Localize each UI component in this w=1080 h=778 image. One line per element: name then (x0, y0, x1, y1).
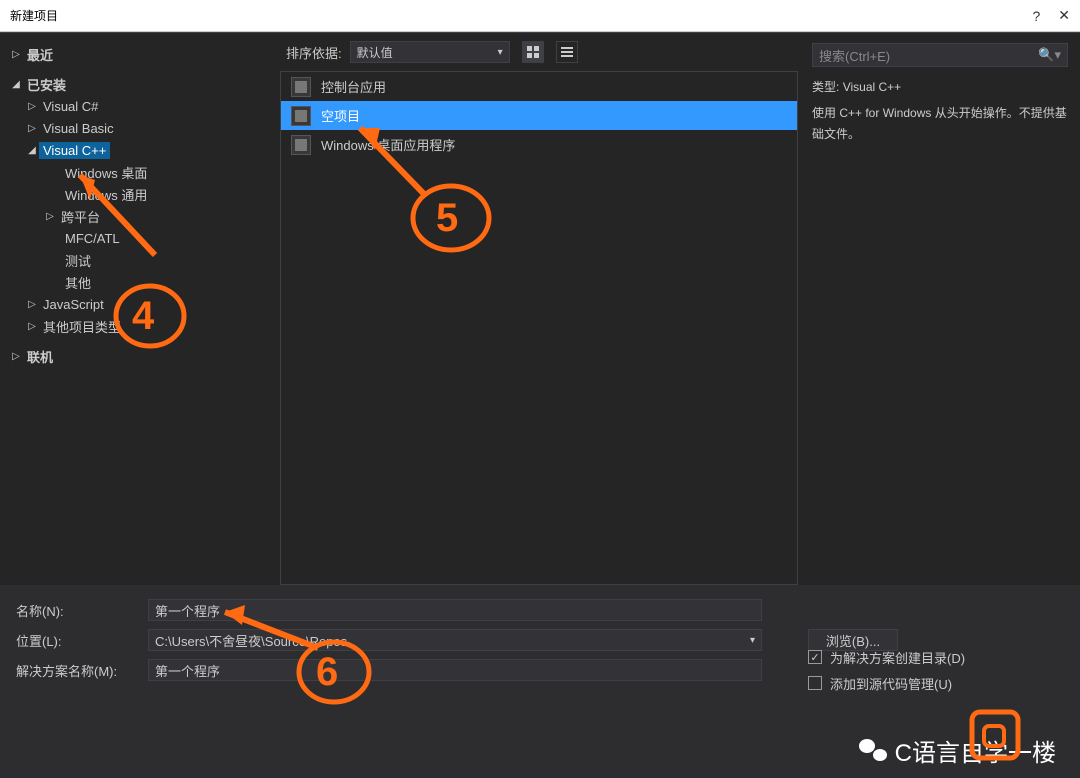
chevron-right-icon: ▷ (25, 123, 39, 134)
chevron-right-icon: ▷ (9, 351, 23, 362)
watermark: C语言自学一楼 (859, 733, 1056, 768)
checkbox-label: 添加到源代码管理(U) (830, 674, 952, 693)
sidebar-item-other-types[interactable]: ▷ 其他项目类型 (5, 315, 280, 337)
template-label: 空项目 (321, 106, 360, 125)
sidebar-item-label: 其他 (61, 272, 95, 293)
sidebar-online[interactable]: ▷ 联机 (5, 345, 280, 367)
sidebar-recent[interactable]: ▷ 最近 (5, 43, 280, 65)
template-label: Windows 桌面应用程序 (321, 135, 455, 154)
view-list-button[interactable] (556, 41, 578, 63)
main-area: ▷ 最近 ◢ 已安装 ▷ Visual C# ▷ Visual Basic ◢ … (0, 32, 1080, 585)
sidebar-item-windows-universal[interactable]: Windows 通用 (5, 183, 280, 205)
sidebar-item-label: 已安装 (23, 74, 70, 95)
sort-value: 默认值 (357, 44, 393, 61)
close-button[interactable]: ✕ (1058, 7, 1070, 24)
help-button[interactable]: ? (1032, 8, 1040, 24)
add-source-control-checkbox[interactable]: 添加到源代码管理(U) (808, 670, 965, 696)
sidebar-item-label: 其他项目类型 (39, 316, 125, 337)
sidebar-item-other[interactable]: 其他 (5, 271, 280, 293)
sidebar-item-label: Visual C++ (39, 142, 110, 159)
right-pane: 搜索(Ctrl+E) 🔍▾ 类型: Visual C++ 使用 C++ for … (800, 33, 1080, 585)
sidebar-item-label: Windows 桌面 (61, 162, 151, 183)
search-placeholder: 搜索(Ctrl+E) (819, 46, 890, 65)
sidebar-item-javascript[interactable]: ▷ JavaScript (5, 293, 280, 315)
sidebar: ▷ 最近 ◢ 已安装 ▷ Visual C# ▷ Visual Basic ◢ … (0, 33, 280, 585)
sidebar-item-label: Visual Basic (39, 120, 118, 137)
name-input[interactable]: 第一个程序 (148, 599, 762, 621)
sidebar-item-label: JavaScript (39, 296, 108, 313)
type-value: Visual C++ (843, 80, 901, 94)
sort-label: 排序依据: (286, 43, 342, 62)
create-dir-checkbox[interactable]: ✓ 为解决方案创建目录(D) (808, 644, 965, 670)
template-console-app[interactable]: 控制台应用 (281, 72, 797, 101)
sidebar-item-label: 跨平台 (57, 206, 104, 227)
sort-combo[interactable]: 默认值 ▾ (350, 41, 510, 63)
view-medium-icons-button[interactable] (522, 41, 544, 63)
sidebar-installed[interactable]: ◢ 已安装 (5, 73, 280, 95)
sidebar-item-label: 测试 (61, 250, 95, 271)
chevron-down-icon: ◢ (25, 145, 39, 156)
sidebar-item-label: MFC/ATL (61, 230, 124, 247)
sort-bar: 排序依据: 默认值 ▾ (280, 33, 800, 71)
checkbox-icon (808, 676, 822, 690)
checkbox-label: 为解决方案创建目录(D) (830, 648, 965, 667)
template-icon (291, 77, 311, 97)
sidebar-item-test[interactable]: 测试 (5, 249, 280, 271)
search-icon: 🔍▾ (1038, 47, 1061, 63)
chevron-right-icon: ▷ (25, 299, 39, 310)
location-value: C:\Users\不舍昼夜\Source\Repos (155, 631, 347, 650)
template-list: 控制台应用 空项目 Windows 桌面应用程序 (280, 71, 798, 585)
chevron-right-icon: ▷ (25, 101, 39, 112)
template-icon (291, 106, 311, 126)
template-empty-project[interactable]: 空项目 (281, 101, 797, 130)
sidebar-item-crossplatform[interactable]: ▷ 跨平台 (5, 205, 280, 227)
chevron-down-icon: ▾ (750, 635, 755, 646)
sidebar-item-visual-csharp[interactable]: ▷ Visual C# (5, 95, 280, 117)
chevron-right-icon: ▷ (25, 321, 39, 332)
template-windows-desktop-app[interactable]: Windows 桌面应用程序 (281, 130, 797, 159)
search-input[interactable]: 搜索(Ctrl+E) 🔍▾ (812, 43, 1068, 67)
sidebar-item-label: 最近 (23, 44, 57, 65)
solution-input[interactable]: 第一个程序 (148, 659, 762, 681)
name-label: 名称(N): (16, 601, 136, 620)
template-description: 使用 C++ for Windows 从头开始操作。不提供基础文件。 (812, 103, 1068, 144)
checkbox-icon: ✓ (808, 650, 822, 664)
sidebar-item-label: Visual C# (39, 98, 102, 115)
template-icon (291, 135, 311, 155)
location-input[interactable]: C:\Users\不舍昼夜\Source\Repos ▾ (148, 629, 762, 651)
solution-label: 解决方案名称(M): (16, 661, 136, 680)
center-pane: 排序依据: 默认值 ▾ 控制台应用 空项目 Window (280, 33, 800, 585)
solution-value: 第一个程序 (155, 661, 220, 680)
type-label: 类型: (812, 80, 839, 94)
sidebar-item-windows-desktop[interactable]: Windows 桌面 (5, 161, 280, 183)
chevron-down-icon: ▾ (498, 47, 503, 58)
template-label: 控制台应用 (321, 77, 386, 96)
sidebar-item-visual-cpp[interactable]: ◢ Visual C++ (5, 139, 280, 161)
sidebar-item-visual-basic[interactable]: ▷ Visual Basic (5, 117, 280, 139)
sidebar-item-mfc-atl[interactable]: MFC/ATL (5, 227, 280, 249)
wechat-icon (859, 739, 887, 763)
watermark-text: C语言自学一楼 (895, 733, 1056, 768)
chevron-right-icon: ▷ (43, 211, 57, 222)
window-title: 新建项目 (10, 7, 58, 24)
sidebar-item-label: Windows 通用 (61, 184, 151, 205)
name-value: 第一个程序 (155, 601, 220, 620)
sidebar-item-label: 联机 (23, 346, 57, 367)
titlebar: 新建项目 ? ✕ (0, 0, 1080, 32)
bottom-form: 名称(N): 第一个程序 位置(L): C:\Users\不舍昼夜\Source… (0, 585, 1080, 695)
chevron-right-icon: ▷ (9, 49, 23, 60)
chevron-down-icon: ◢ (9, 79, 23, 90)
location-label: 位置(L): (16, 631, 136, 650)
